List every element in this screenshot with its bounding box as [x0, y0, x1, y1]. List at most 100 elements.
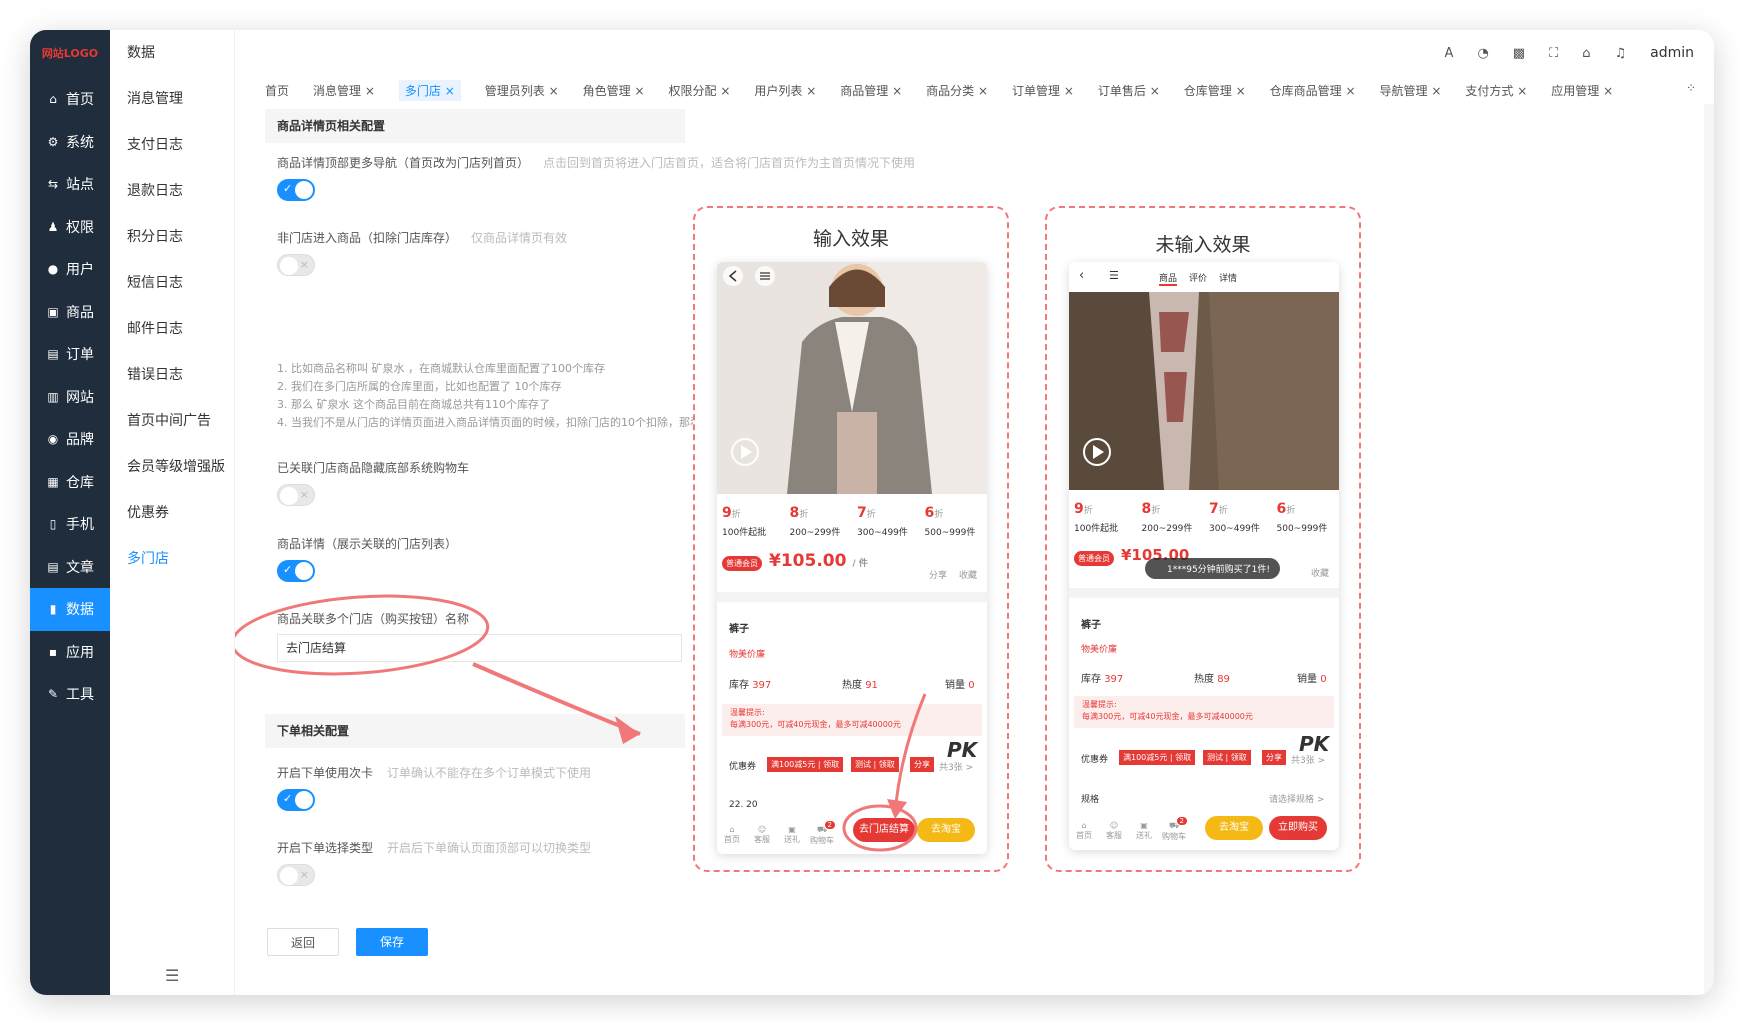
- heat-stat: 热度 89: [1194, 670, 1230, 685]
- nav-item[interactable]: ▤ 文章: [30, 546, 110, 589]
- promo-tip: 温馨提示: 每满300元，可减40元现金，最多可减40000元: [1074, 696, 1334, 728]
- field-label-top-nav: 商品详情顶部更多导航（首页改为门店列首页） 点击回到首页将进入门店首页，适合将门店…: [277, 156, 916, 170]
- toggle-top-nav[interactable]: ✓: [277, 179, 315, 201]
- nav-item[interactable]: ▯ 手机: [30, 503, 110, 546]
- app-window: 网站LOGO ⌂ 首页 ⚙ 系统 ⇆ 站点 ♟ 权限 ● 用户 ▣ 商品 ▤ 订单 ▥ 网站 ◉ 品牌 ▦ 仓库 ▯ 手机…: [30, 30, 1714, 995]
- nav-item[interactable]: ▣ 商品: [30, 291, 110, 334]
- nav-item[interactable]: ● 用户: [30, 248, 110, 291]
- secondary-nav-item[interactable]: 多门店: [110, 536, 234, 582]
- tool-icon: ✎: [47, 687, 59, 702]
- bottom-home[interactable]: ⌂ 首页: [717, 825, 747, 845]
- go-taobao-button[interactable]: 去淘宝: [1205, 816, 1263, 840]
- toggle-times-card[interactable]: ✓: [277, 789, 315, 811]
- secondary-nav-item[interactable]: 错误日志: [110, 352, 234, 398]
- coupon-chip[interactable]: 满100减5元 | 领取: [1119, 750, 1196, 765]
- back-icon[interactable]: ‹: [1079, 268, 1084, 283]
- buy-button-name-input[interactable]: 去门店结算: [277, 634, 682, 662]
- favorite-label[interactable]: 收藏: [1311, 566, 1329, 579]
- tab[interactable]: 支付方式 ×: [1465, 82, 1527, 99]
- go-taobao-button[interactable]: 去淘宝: [917, 818, 975, 842]
- favorite-label[interactable]: 收藏: [959, 568, 977, 581]
- tab[interactable]: 导航管理 ×: [1380, 82, 1442, 99]
- bottom-service[interactable]: ☺ 客服: [1099, 821, 1129, 841]
- nav-item[interactable]: ▤ 订单: [30, 333, 110, 376]
- toggle-hide-cart[interactable]: ×: [277, 484, 315, 506]
- home-icon[interactable]: ⌂: [1582, 46, 1590, 61]
- bottom-gift[interactable]: ▣ 送礼: [777, 825, 807, 845]
- nav-item[interactable]: ◉ 品牌: [30, 418, 110, 461]
- coupon-chip[interactable]: 分享: [1262, 750, 1286, 765]
- tab[interactable]: 订单管理 ×: [1012, 82, 1074, 99]
- secondary-sidebar-title: 数据: [127, 45, 155, 61]
- nav-item[interactable]: ♟ 权限: [30, 206, 110, 249]
- tab[interactable]: 订单售后 ×: [1098, 82, 1160, 99]
- back-button[interactable]: 返回: [267, 928, 339, 956]
- nav-item[interactable]: ⌂ 首页: [30, 78, 110, 121]
- tab[interactable]: 多门店 ×: [398, 79, 461, 101]
- bottom-cart[interactable]: ⛟ 2 购物车: [1159, 816, 1189, 842]
- building-icon[interactable]: ▩: [1513, 46, 1525, 61]
- fullscreen-icon[interactable]: ⛶: [1549, 46, 1558, 61]
- bottom-home[interactable]: ⌂ 首页: [1069, 821, 1099, 841]
- tab[interactable]: 商品分类 ×: [926, 82, 988, 99]
- spec-select[interactable]: 请选择规格 >: [1269, 792, 1324, 805]
- menu-icon[interactable]: ☰: [1109, 269, 1119, 282]
- nav-item[interactable]: ⇆ 站点: [30, 163, 110, 206]
- go-store-checkout-button[interactable]: 去门店结算: [853, 818, 915, 842]
- nav-item[interactable]: ▦ 仓库: [30, 461, 110, 504]
- user-menu[interactable]: admin: [1650, 45, 1694, 61]
- tab[interactable]: 消息管理 ×: [313, 82, 375, 99]
- chart-icon: ▮: [49, 602, 57, 617]
- save-button[interactable]: 保存: [356, 928, 428, 956]
- bottom-cart[interactable]: ⛟ 2 购物车: [807, 820, 837, 846]
- nav-item[interactable]: ⚙ 系统: [30, 121, 110, 164]
- bell-icon[interactable]: ♫: [1614, 46, 1626, 61]
- tabs-menu-icon[interactable]: ⁘: [1686, 81, 1696, 95]
- sales-stat: 销量 0: [1297, 670, 1327, 685]
- main-area: A ◔ ▩ ⛶ ⌂ ♫ admin 首页 消息管理 × 多门店 × 管理员列表 × 角色…: [235, 30, 1714, 995]
- nav-item[interactable]: ▪ 应用: [30, 631, 110, 674]
- coupon-chip[interactable]: 测试 | 领取: [1203, 750, 1251, 765]
- coupon-label: 优惠券: [729, 759, 757, 772]
- translate-icon[interactable]: A: [1445, 46, 1454, 61]
- secondary-nav-item[interactable]: 短信日志: [110, 260, 234, 306]
- secondary-nav-item[interactable]: 邮件日志: [110, 306, 234, 352]
- coupon-chip[interactable]: 测试 | 领取: [851, 757, 899, 772]
- tab[interactable]: 用户列表 ×: [754, 82, 816, 99]
- nav-item[interactable]: ▥ 网站: [30, 376, 110, 419]
- tab[interactable]: 角色管理 ×: [583, 82, 645, 99]
- coupon-chip[interactable]: 满100减5元 | 领取: [767, 757, 844, 772]
- secondary-nav-item[interactable]: 会员等级增强版: [110, 444, 234, 490]
- bottom-gift[interactable]: ▣ 送礼: [1129, 821, 1159, 841]
- collapse-menu-icon[interactable]: ☰: [165, 966, 179, 985]
- tab[interactable]: 仓库管理 ×: [1184, 82, 1246, 99]
- nav-item[interactable]: ▮ 数据: [30, 588, 110, 631]
- bottom-service[interactable]: ☺ 客服: [747, 825, 777, 845]
- secondary-nav-item[interactable]: 优惠券: [110, 490, 234, 536]
- toggle-store-list[interactable]: ✓: [277, 560, 315, 582]
- tab[interactable]: 首页: [265, 82, 289, 99]
- secondary-nav-item[interactable]: 支付日志: [110, 122, 234, 168]
- coupon-chip[interactable]: 分享: [910, 757, 934, 772]
- secondary-nav-item[interactable]: 首页中间广告: [110, 398, 234, 444]
- tab-reviews[interactable]: 评价: [1189, 271, 1207, 284]
- tab[interactable]: 权限分配 ×: [669, 82, 731, 99]
- secondary-nav-item[interactable]: 积分日志: [110, 214, 234, 260]
- tab[interactable]: 应用管理 ×: [1551, 82, 1613, 99]
- secondary-nav-item[interactable]: 退款日志: [110, 168, 234, 214]
- note-line: 1. 比如商品名称叫 矿泉水 ，在商城默认仓库里面配置了100个库存: [277, 362, 605, 375]
- tab[interactable]: 仓库商品管理 ×: [1270, 82, 1356, 99]
- buy-now-button[interactable]: 立即购买: [1269, 816, 1327, 840]
- tab-goods[interactable]: 商品: [1159, 271, 1178, 286]
- toggle-order-type[interactable]: ×: [277, 864, 315, 886]
- secondary-nav-item[interactable]: 消息管理: [110, 76, 234, 122]
- share-label[interactable]: 分享: [929, 568, 947, 581]
- tab[interactable]: 商品管理 ×: [840, 82, 902, 99]
- warehouse-icon: ▦: [47, 474, 59, 489]
- nav-item[interactable]: ✎ 工具: [30, 673, 110, 716]
- toggle-deduct-stock[interactable]: ×: [277, 254, 315, 276]
- theme-icon[interactable]: ◔: [1477, 46, 1488, 61]
- tab-details[interactable]: 详情: [1219, 271, 1237, 284]
- pk-label: PK: [1299, 732, 1330, 756]
- tab[interactable]: 管理员列表 ×: [485, 82, 559, 99]
